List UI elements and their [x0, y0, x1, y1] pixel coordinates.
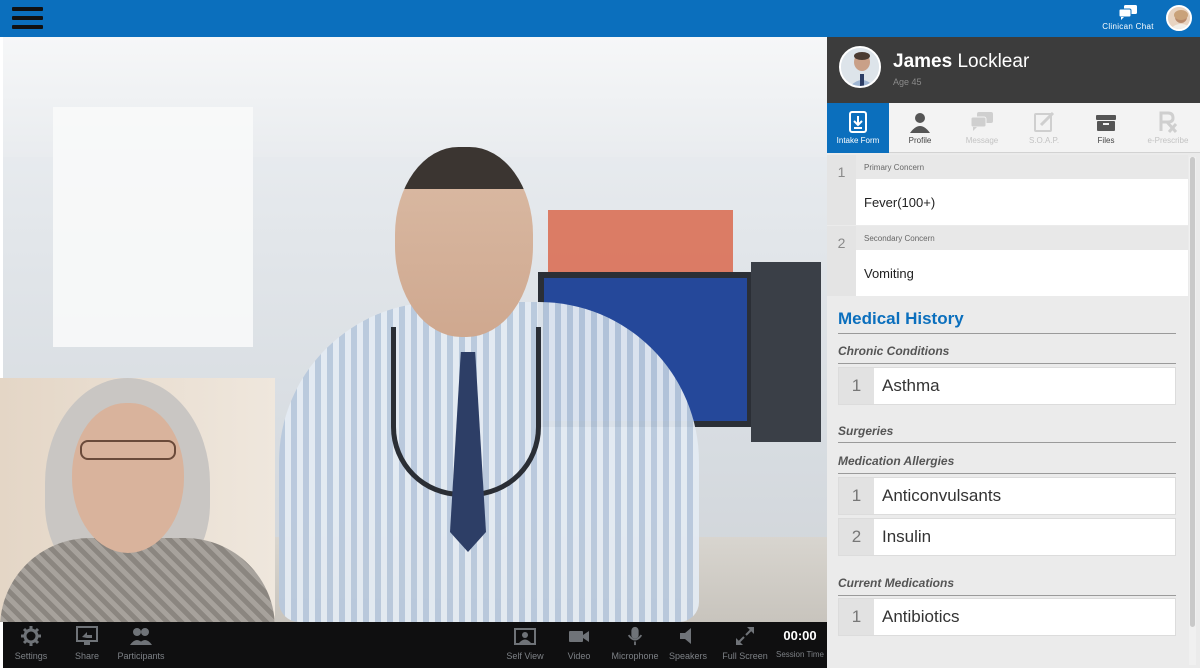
tab-message-label: Message	[965, 136, 999, 145]
self-view-button[interactable]: Self View	[503, 626, 547, 666]
session-timer: 00:00 Session Time	[773, 626, 827, 659]
current-medications-title: Current Medications	[838, 576, 955, 590]
list-item: 2 Insulin	[838, 518, 1176, 556]
video-toggle-button[interactable]: Video	[561, 626, 597, 666]
patient-last-name: Locklear	[952, 51, 1030, 72]
chat-bubbles-icon	[1118, 5, 1137, 20]
tab-intake-form[interactable]: Intake Form	[827, 103, 889, 153]
tab-e-prescribe-label: e-Prescribe	[1147, 136, 1189, 145]
tab-files[interactable]: Files	[1075, 103, 1137, 153]
tab-soap[interactable]: S.O.A.P.	[1013, 103, 1075, 153]
profile-icon	[910, 113, 930, 133]
session-time-label: Session Time	[775, 650, 825, 659]
item-number: 1	[839, 478, 874, 514]
settings-button[interactable]: Settings	[11, 626, 51, 666]
concern-value: Vomiting	[864, 266, 914, 281]
item-number: 1	[839, 368, 874, 404]
soap-note-icon	[1034, 111, 1055, 132]
panel-tabs: Intake Form Profile Message S.O.A.P. Fil…	[827, 103, 1200, 153]
tab-message[interactable]: Message	[951, 103, 1013, 153]
tab-profile-label: Profile	[908, 136, 932, 145]
patient-panel: James Locklear Age 45 Intake Form Profil…	[827, 37, 1200, 668]
tab-files-label: Files	[1097, 136, 1115, 145]
self-view-video[interactable]	[0, 378, 275, 622]
patient-photo-icon	[841, 48, 879, 86]
tab-soap-label: S.O.A.P.	[1028, 136, 1060, 145]
files-icon	[1096, 115, 1116, 131]
participants-button[interactable]: Participants	[116, 626, 166, 666]
microphone-label: Microphone	[611, 651, 659, 661]
settings-label: Settings	[14, 651, 48, 661]
menu-icon[interactable]	[12, 7, 43, 30]
scrollbar-thumb[interactable]	[1190, 157, 1195, 627]
patient-name: James Locklear	[893, 51, 1029, 73]
avatar-photo-icon	[1168, 7, 1190, 29]
secondary-concern: 2 Secondary Concern Vomiting	[827, 226, 1188, 296]
item-value: Antibiotics	[882, 607, 960, 626]
microphone-toggle-button[interactable]: Microphone	[609, 626, 661, 666]
item-value: Asthma	[882, 376, 940, 395]
top-bar: Clinican Chat	[0, 0, 1200, 37]
tab-e-prescribe[interactable]: e-Prescribe	[1137, 103, 1199, 153]
item-value: Anticonvulsants	[882, 486, 1002, 505]
concern-label: Secondary Concern	[856, 226, 1188, 250]
share-label: Share	[74, 651, 100, 661]
message-icon	[970, 112, 993, 131]
item-value: Insulin	[882, 527, 932, 546]
patient-age: Age 45	[893, 77, 922, 87]
participants-label: Participants	[117, 651, 165, 661]
patient-header: James Locklear Age 45	[827, 37, 1200, 103]
list-item: 1 Asthma	[838, 367, 1176, 405]
session-time-value: 00:00	[783, 628, 817, 643]
item-number: 1	[839, 599, 874, 635]
list-item: 1 Antibiotics	[838, 598, 1176, 636]
intake-form-icon	[849, 111, 867, 133]
speakers-toggle-button[interactable]: Speakers	[667, 626, 709, 666]
share-button[interactable]: Share	[67, 626, 107, 666]
tab-intake-form-label: Intake Form	[836, 136, 880, 145]
participants-icon	[130, 628, 152, 645]
full-screen-button[interactable]: Full Screen	[721, 626, 769, 666]
speaker-icon	[680, 628, 691, 644]
expand-icon	[736, 627, 754, 645]
video-label: Video	[567, 651, 591, 661]
surgeries-title: Surgeries	[838, 424, 894, 438]
self-view-label: Self View	[506, 651, 544, 661]
item-number: 2	[839, 519, 874, 555]
primary-concern: 1 Primary Concern Fever(100+)	[827, 155, 1188, 225]
video-camera-icon	[569, 631, 589, 642]
concern-number: 2	[827, 226, 856, 296]
tab-profile[interactable]: Profile	[889, 103, 951, 153]
clinician-chat-button[interactable]: Clinican Chat	[1100, 5, 1156, 33]
speakers-label: Speakers	[668, 651, 708, 661]
gear-icon	[21, 626, 41, 646]
clinician-avatar[interactable]	[1166, 5, 1192, 31]
telehealth-app: Clinican Chat Settings Share Participant…	[0, 0, 1200, 668]
full-screen-label: Full Screen	[722, 651, 768, 661]
patient-first-name: James	[893, 51, 953, 72]
microphone-icon	[627, 626, 643, 646]
prescription-icon	[1159, 111, 1178, 133]
chronic-conditions-title: Chronic Conditions	[838, 344, 950, 358]
self-view-icon	[514, 628, 536, 645]
medical-history-title: Medical History	[838, 309, 964, 328]
medication-allergies-title: Medication Allergies	[838, 454, 955, 468]
patient-avatar	[839, 46, 881, 88]
concern-number: 1	[827, 155, 856, 225]
call-toolbar: Settings Share Participants Self View Vi…	[3, 622, 827, 668]
list-item: 1 Anticonvulsants	[838, 477, 1176, 515]
concern-label: Primary Concern	[856, 155, 1188, 179]
concern-value: Fever(100+)	[864, 195, 936, 210]
share-screen-icon	[76, 626, 98, 645]
clinician-chat-label: Clinican Chat	[1102, 22, 1154, 31]
